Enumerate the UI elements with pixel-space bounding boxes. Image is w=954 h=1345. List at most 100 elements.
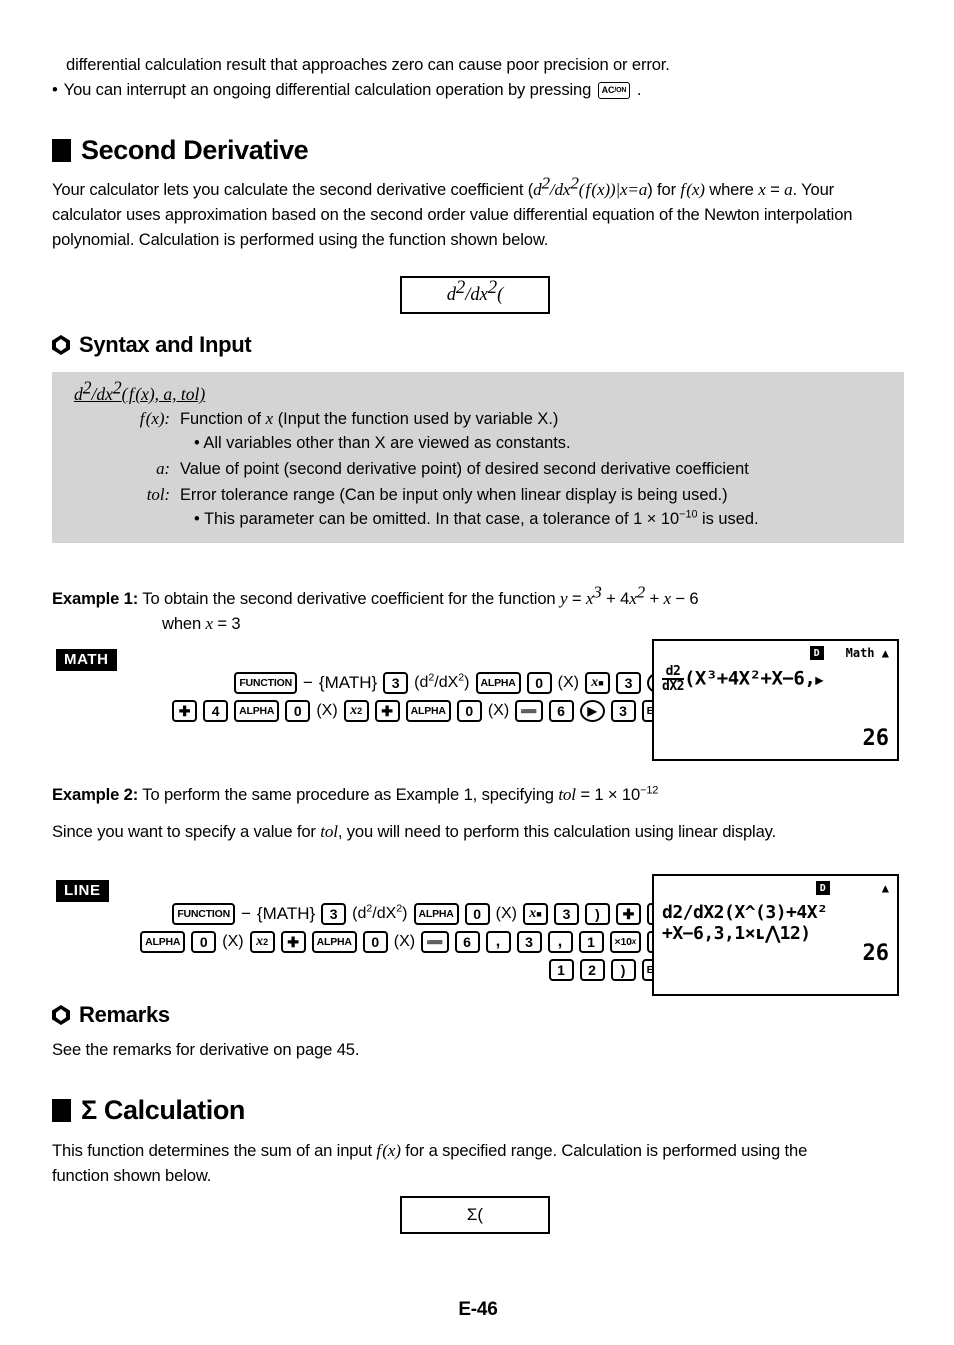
lcd2-expression: d2/dX2(X^(3)+4X² +X−6,3,1×ʟ⋀12) bbox=[662, 902, 891, 944]
example1-keyrow-1: FUNCTION − {MATH} 3 (d2/dX2) ALPHA 0 (X)… bbox=[142, 672, 672, 694]
key-alpha-2[interactable]: ALPHA bbox=[234, 700, 280, 722]
function-box-sigma-label: Σ( bbox=[466, 1205, 484, 1224]
key-0-e2-3[interactable]: 0 bbox=[362, 931, 388, 953]
key-0-e2[interactable]: 0 bbox=[464, 903, 490, 925]
syntax-row-a: a: Value of point (second derivative poi… bbox=[122, 457, 890, 481]
diamond-bullet-icon bbox=[52, 335, 70, 355]
lcd1-up-arrow-icon: ▲ bbox=[881, 646, 889, 660]
key-3b-e2[interactable]: 3 bbox=[554, 903, 579, 925]
key-0[interactable]: 0 bbox=[526, 672, 552, 694]
diamond-bullet-icon-remarks bbox=[52, 1005, 70, 1025]
key-3c-e2[interactable]: 3 bbox=[516, 931, 542, 953]
key-right-arrow-2[interactable]: ▶ bbox=[579, 700, 605, 722]
key-0-2[interactable]: 0 bbox=[285, 700, 311, 722]
key-plus-e2-2[interactable]: ✚ bbox=[280, 931, 306, 953]
key-plus[interactable]: ✚ bbox=[172, 700, 198, 722]
key-3-e2[interactable]: 3 bbox=[321, 903, 347, 925]
key-4[interactable]: 4 bbox=[203, 700, 229, 722]
lcd2-expression-line2: +X−6,3,1×ʟ⋀12) bbox=[662, 923, 811, 944]
page-footer: E-46 bbox=[52, 1299, 904, 1321]
syntax-value-tol: Error tolerance range (Can be input only… bbox=[180, 486, 728, 504]
key-annot-d2dx2: (d2/dX2) bbox=[414, 671, 470, 691]
key-annot-x-e2-3: (X) bbox=[393, 933, 416, 950]
key-alpha-e2-2[interactable]: ALPHA bbox=[140, 931, 186, 953]
key-1-e2[interactable]: 1 bbox=[578, 931, 604, 953]
key-alpha[interactable]: ALPHA bbox=[475, 672, 521, 694]
key-sep-minus: − bbox=[302, 673, 313, 692]
key-annot-x-2: (X) bbox=[316, 702, 338, 719]
syntax-signature: d2/dx2( f (x), a, tol) bbox=[74, 377, 206, 404]
key-minus[interactable]: ➖ bbox=[515, 700, 543, 722]
key-0-3[interactable]: 0 bbox=[456, 700, 482, 722]
key-annot-x-3: (X) bbox=[487, 702, 510, 719]
syntax-value-fx: Function of x (Input the function used b… bbox=[180, 409, 559, 428]
key-function-e2[interactable]: FUNCTION bbox=[172, 903, 235, 925]
key-annot-x-e2: (X) bbox=[495, 905, 517, 922]
syntax-key-tol: tol: bbox=[146, 485, 170, 504]
key-close-paren-e2-2[interactable]: ) bbox=[610, 959, 636, 981]
key-alpha-e2-3[interactable]: ALPHA bbox=[311, 931, 357, 953]
example1-block: Example 1: To obtain the second derivati… bbox=[52, 583, 904, 636]
key-x-power-e2[interactable]: x ■ bbox=[523, 903, 548, 925]
syntax-gray-box: d2/dx2( f (x), a, tol) f (x): Function o… bbox=[52, 372, 904, 543]
example2-keyrow-1: FUNCTION − {MATH} 3 (d2/dX2) ALPHA 0 (X)… bbox=[110, 903, 672, 925]
example2-keys: FUNCTION − {MATH} 3 (d2/dX2) ALPHA 0 (X)… bbox=[110, 903, 672, 987]
square-bullet-icon-sigma bbox=[52, 1099, 71, 1122]
mode-badge-math: MATH bbox=[56, 649, 117, 671]
key-plus-e2[interactable]: ✚ bbox=[616, 903, 641, 925]
key-minus-e2[interactable]: ➖ bbox=[421, 931, 449, 953]
key-close-paren-e2[interactable]: ) bbox=[585, 903, 610, 925]
key-alpha-e2[interactable]: ALPHA bbox=[413, 903, 459, 925]
example1-label: Example 1: bbox=[52, 589, 139, 608]
example2-keyrow-3: 1 2 ) EXE bbox=[110, 959, 672, 981]
lcd1-math-indicator: Math ▲ bbox=[845, 646, 889, 660]
square-bullet-icon bbox=[52, 139, 71, 162]
function-box-label: d2/dx2( bbox=[446, 277, 504, 305]
key-3[interactable]: 3 bbox=[383, 672, 409, 694]
lcd2-d-indicator: D bbox=[815, 881, 830, 895]
syntax-value-a: Value of point (second derivative point)… bbox=[180, 460, 749, 478]
calculator-screen-example2: D ▲ d2/dX2(X^(3)+4X² +X−6,3,1×ʟ⋀12) 26 bbox=[652, 874, 899, 996]
key-function[interactable]: FUNCTION bbox=[234, 672, 297, 694]
syntax-sub-tol: • This parameter can be omitted. In that… bbox=[194, 508, 759, 528]
key-times10x-e2[interactable]: ×10 x bbox=[609, 931, 641, 953]
key-annot-x-e2-2: (X) bbox=[222, 933, 244, 950]
key-plus-2[interactable]: ✚ bbox=[374, 700, 400, 722]
key-annot-x: (X) bbox=[557, 674, 579, 691]
heading-remarks: Remarks bbox=[52, 1002, 170, 1028]
heading-syntax-label: Syntax and Input bbox=[79, 332, 252, 357]
key-x-squared-e2[interactable]: x2 bbox=[249, 931, 275, 953]
example1-keys: FUNCTION − {MATH} 3 (d2/dX2) ALPHA 0 (X)… bbox=[142, 672, 672, 728]
key-comma-e2-2[interactable]: , bbox=[547, 931, 573, 953]
key-annot-d2dx2-e2: (d2/dX2) bbox=[352, 902, 408, 922]
lcd1-result: 26 bbox=[862, 726, 890, 751]
example2-label: Example 2: bbox=[52, 785, 139, 804]
key-menu-math: {MATH} bbox=[318, 673, 378, 692]
example1-keyrow-2: ✚ 4 ALPHA 0 (X) x2 ✚ ALPHA 0 (X) ➖ 6 ▶ 3… bbox=[142, 700, 672, 722]
example2-block: Example 2: To perform the same procedure… bbox=[52, 782, 904, 807]
lcd2-up-arrow-icon: ▲ bbox=[881, 881, 889, 895]
interrupt-text: You can interrupt an ongoing differentia… bbox=[63, 80, 592, 99]
example2-keyrow-2: ALPHA 0 (X) x2 ✚ ALPHA 0 (X) ➖ 6 , 3 , 1… bbox=[110, 931, 672, 953]
key-x-power[interactable]: x ■ bbox=[585, 672, 610, 694]
function-box-sigma: Σ( bbox=[400, 1196, 550, 1234]
key-2-e2[interactable]: 2 bbox=[579, 959, 605, 981]
syntax-row-tol: tol: Error tolerance range (Can be input… bbox=[122, 483, 890, 507]
key-alpha-3[interactable]: ALPHA bbox=[405, 700, 451, 722]
key-6[interactable]: 6 bbox=[548, 700, 574, 722]
key-6-e2[interactable]: 6 bbox=[454, 931, 480, 953]
heading-sigma-calculation: Σ Calculation bbox=[52, 1095, 245, 1126]
heading-second-derivative-label: Second Derivative bbox=[81, 135, 309, 165]
key-3b[interactable]: 3 bbox=[616, 672, 641, 694]
mode-badge-line: LINE bbox=[56, 880, 109, 902]
lcd1-cursor-icon: ▶ bbox=[815, 672, 824, 689]
heading-remarks-label: Remarks bbox=[79, 1002, 170, 1027]
calculator-screen-example1: D Math ▲ d2 dX2 (X³+4X²+X−6,▶ 26 bbox=[652, 639, 899, 761]
key-x-squared[interactable]: x2 bbox=[343, 700, 369, 722]
key-3c[interactable]: 3 bbox=[610, 700, 636, 722]
key-1-e2-2[interactable]: 1 bbox=[548, 959, 574, 981]
ac-on-key-icon: AC/ON bbox=[597, 82, 631, 100]
heading-sigma-label: Σ Calculation bbox=[81, 1095, 246, 1125]
key-comma-e2[interactable]: , bbox=[485, 931, 511, 953]
key-0-e2-2[interactable]: 0 bbox=[191, 931, 217, 953]
